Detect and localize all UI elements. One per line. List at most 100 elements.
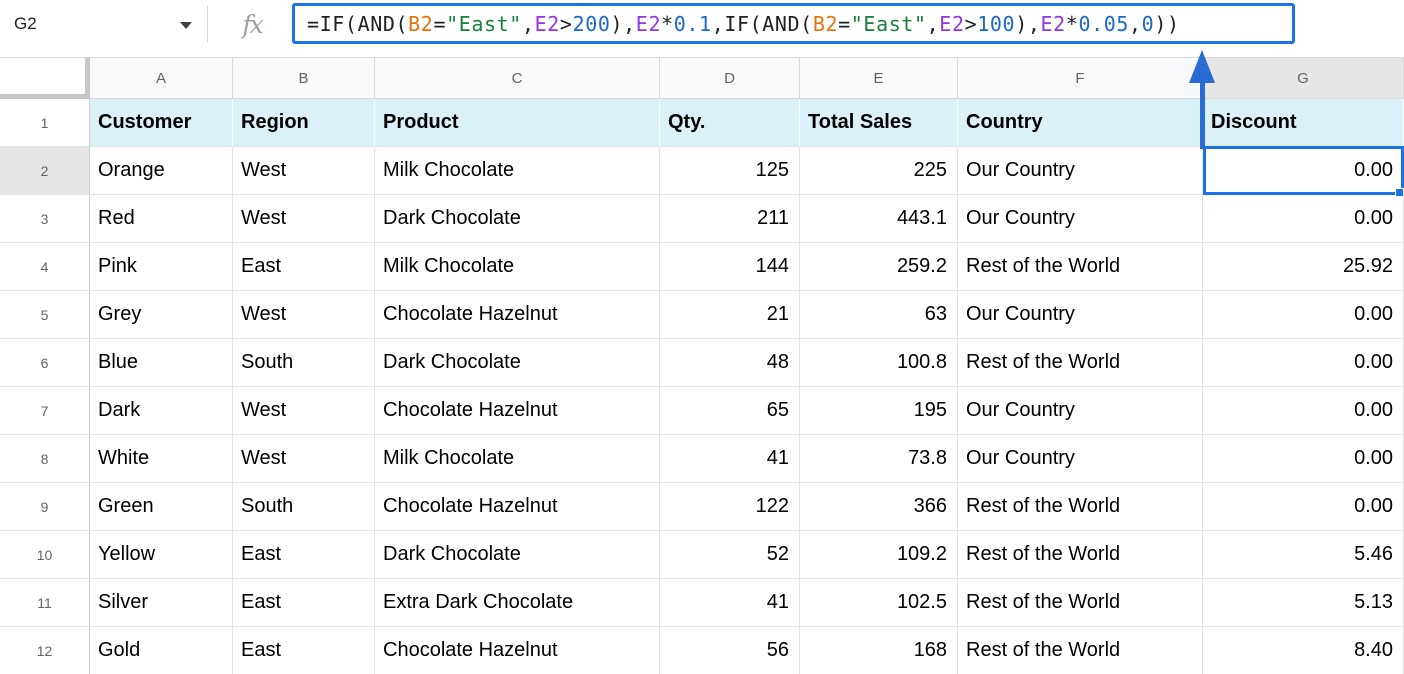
cell-B6[interactable]: South	[233, 339, 375, 387]
cell-A3[interactable]: Red	[90, 195, 233, 243]
column-header-G[interactable]: G	[1203, 58, 1404, 99]
cell-C4[interactable]: Milk Chocolate	[375, 243, 660, 291]
cell-F10[interactable]: Rest of the World	[958, 531, 1203, 579]
cell-G2[interactable]: 0.00	[1203, 147, 1404, 195]
cell-C7[interactable]: Chocolate Hazelnut	[375, 387, 660, 435]
cell-G6[interactable]: 0.00	[1203, 339, 1404, 387]
row-header-7[interactable]: 7	[0, 387, 90, 435]
cell-B12[interactable]: East	[233, 627, 375, 674]
row-header-10[interactable]: 10	[0, 531, 90, 579]
cell-A8[interactable]: White	[90, 435, 233, 483]
cell-F2[interactable]: Our Country	[958, 147, 1203, 195]
cell-E11[interactable]: 102.5	[800, 579, 958, 627]
cell-D6[interactable]: 48	[660, 339, 800, 387]
cell-E4[interactable]: 259.2	[800, 243, 958, 291]
cell-F5[interactable]: Our Country	[958, 291, 1203, 339]
row-header-8[interactable]: 8	[0, 435, 90, 483]
cell-B11[interactable]: East	[233, 579, 375, 627]
cell-G3[interactable]: 0.00	[1203, 195, 1404, 243]
cell-F1[interactable]: Country	[958, 99, 1203, 147]
column-header-E[interactable]: E	[800, 58, 958, 99]
fill-handle[interactable]	[1395, 188, 1404, 197]
cell-A7[interactable]: Dark	[90, 387, 233, 435]
cell-B8[interactable]: West	[233, 435, 375, 483]
formula-input[interactable]: =IF(AND(B2="East",E2>200),E2*0.1,IF(AND(…	[292, 3, 1295, 44]
column-header-D[interactable]: D	[660, 58, 800, 99]
cell-C11[interactable]: Extra Dark Chocolate	[375, 579, 660, 627]
cell-F12[interactable]: Rest of the World	[958, 627, 1203, 674]
cell-A4[interactable]: Pink	[90, 243, 233, 291]
cell-B9[interactable]: South	[233, 483, 375, 531]
cell-C9[interactable]: Chocolate Hazelnut	[375, 483, 660, 531]
cell-C12[interactable]: Chocolate Hazelnut	[375, 627, 660, 674]
cell-D10[interactable]: 52	[660, 531, 800, 579]
cell-A2[interactable]: Orange	[90, 147, 233, 195]
cell-B5[interactable]: West	[233, 291, 375, 339]
cell-G7[interactable]: 0.00	[1203, 387, 1404, 435]
column-header-C[interactable]: C	[375, 58, 660, 99]
row-header-3[interactable]: 3	[0, 195, 90, 243]
cell-G4[interactable]: 25.92	[1203, 243, 1404, 291]
row-header-5[interactable]: 5	[0, 291, 90, 339]
row-header-2[interactable]: 2	[0, 147, 90, 195]
cell-D7[interactable]: 65	[660, 387, 800, 435]
cell-C6[interactable]: Dark Chocolate	[375, 339, 660, 387]
cell-B4[interactable]: East	[233, 243, 375, 291]
cell-B7[interactable]: West	[233, 387, 375, 435]
cell-B10[interactable]: East	[233, 531, 375, 579]
cell-E1[interactable]: Total Sales	[800, 99, 958, 147]
cell-A5[interactable]: Grey	[90, 291, 233, 339]
cell-F7[interactable]: Our Country	[958, 387, 1203, 435]
row-header-12[interactable]: 12	[0, 627, 90, 674]
cell-C2[interactable]: Milk Chocolate	[375, 147, 660, 195]
cell-B1[interactable]: Region	[233, 99, 375, 147]
cell-A10[interactable]: Yellow	[90, 531, 233, 579]
cell-D3[interactable]: 211	[660, 195, 800, 243]
cell-F6[interactable]: Rest of the World	[958, 339, 1203, 387]
cell-A6[interactable]: Blue	[90, 339, 233, 387]
row-header-1[interactable]: 1	[0, 99, 90, 147]
cell-E9[interactable]: 366	[800, 483, 958, 531]
cell-G5[interactable]: 0.00	[1203, 291, 1404, 339]
cell-G11[interactable]: 5.13	[1203, 579, 1404, 627]
cell-C8[interactable]: Milk Chocolate	[375, 435, 660, 483]
row-header-9[interactable]: 9	[0, 483, 90, 531]
cell-E8[interactable]: 73.8	[800, 435, 958, 483]
cell-E5[interactable]: 63	[800, 291, 958, 339]
cell-G10[interactable]: 5.46	[1203, 531, 1404, 579]
name-box-dropdown-icon[interactable]	[180, 22, 192, 29]
cell-D12[interactable]: 56	[660, 627, 800, 674]
cell-D11[interactable]: 41	[660, 579, 800, 627]
cell-F11[interactable]: Rest of the World	[958, 579, 1203, 627]
cell-D4[interactable]: 144	[660, 243, 800, 291]
cell-G9[interactable]: 0.00	[1203, 483, 1404, 531]
cell-D2[interactable]: 125	[660, 147, 800, 195]
column-header-F[interactable]: F	[958, 58, 1203, 99]
cell-A11[interactable]: Silver	[90, 579, 233, 627]
cell-G12[interactable]: 8.40	[1203, 627, 1404, 674]
cell-D1[interactable]: Qty.	[660, 99, 800, 147]
row-header-6[interactable]: 6	[0, 339, 90, 387]
cell-A12[interactable]: Gold	[90, 627, 233, 674]
cell-E2[interactable]: 225	[800, 147, 958, 195]
cell-C1[interactable]: Product	[375, 99, 660, 147]
cell-C3[interactable]: Dark Chocolate	[375, 195, 660, 243]
cell-F8[interactable]: Our Country	[958, 435, 1203, 483]
cell-D9[interactable]: 122	[660, 483, 800, 531]
cell-C10[interactable]: Dark Chocolate	[375, 531, 660, 579]
cell-E3[interactable]: 443.1	[800, 195, 958, 243]
name-box[interactable]: G2	[0, 0, 207, 48]
column-header-A[interactable]: A	[90, 58, 233, 99]
cell-E6[interactable]: 100.8	[800, 339, 958, 387]
cell-E7[interactable]: 195	[800, 387, 958, 435]
row-header-4[interactable]: 4	[0, 243, 90, 291]
cell-C5[interactable]: Chocolate Hazelnut	[375, 291, 660, 339]
cell-B2[interactable]: West	[233, 147, 375, 195]
cell-A1[interactable]: Customer	[90, 99, 233, 147]
cell-G1[interactable]: Discount	[1203, 99, 1404, 147]
cell-F9[interactable]: Rest of the World	[958, 483, 1203, 531]
cell-D8[interactable]: 41	[660, 435, 800, 483]
cell-A9[interactable]: Green	[90, 483, 233, 531]
cell-F3[interactable]: Our Country	[958, 195, 1203, 243]
column-header-B[interactable]: B	[233, 58, 375, 99]
